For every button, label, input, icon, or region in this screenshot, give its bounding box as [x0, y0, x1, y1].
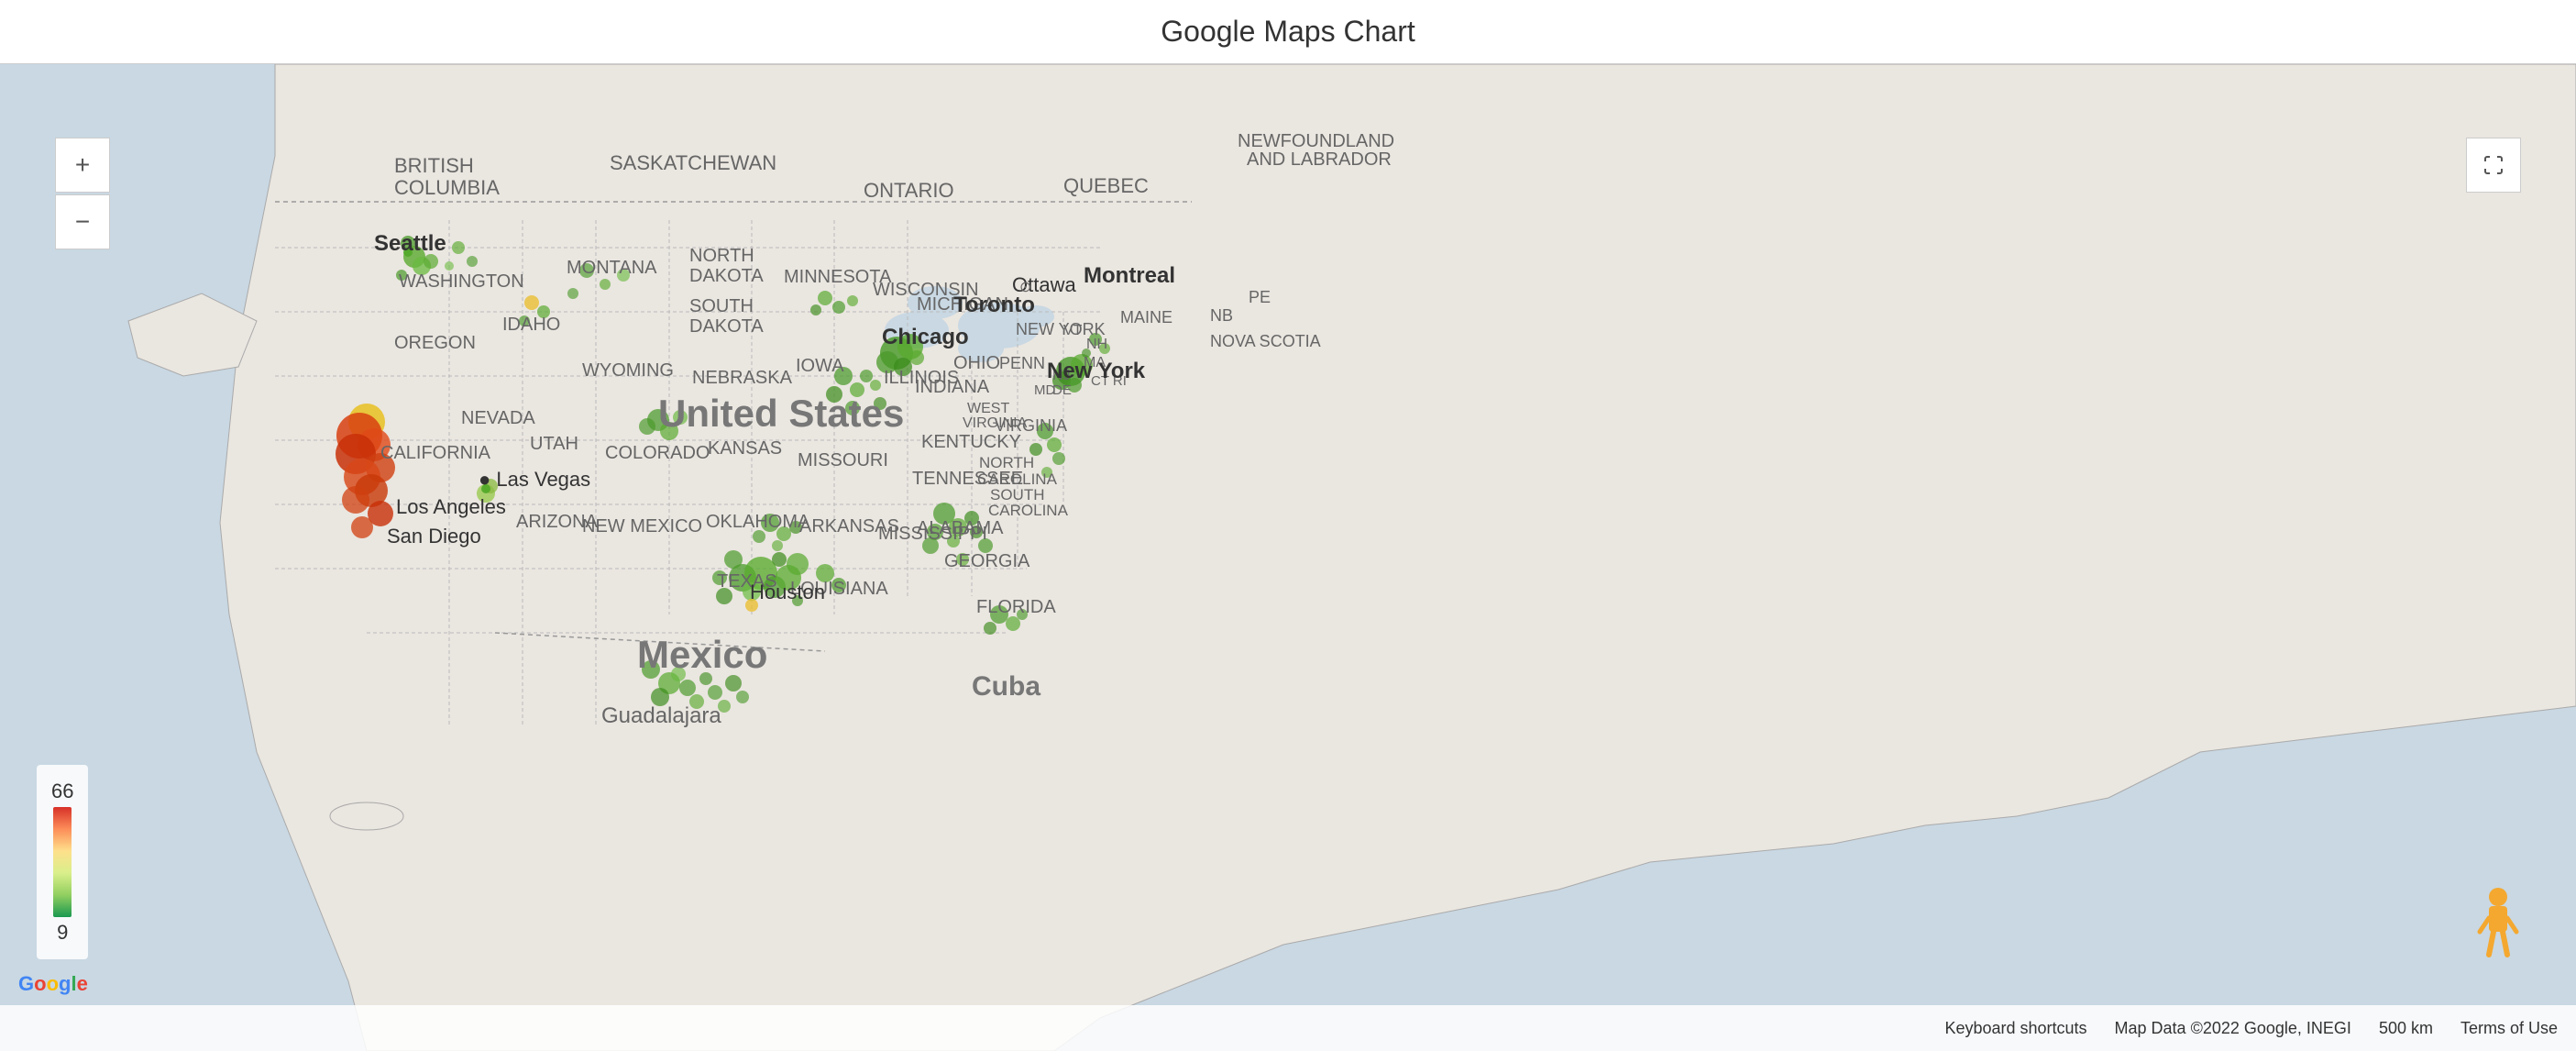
scale-indicator: 500 km: [2379, 1019, 2433, 1038]
svg-text:Houston: Houston: [750, 581, 825, 603]
svg-text:Mexico: Mexico: [637, 633, 767, 676]
svg-text:MONTANA: MONTANA: [567, 258, 657, 278]
svg-text:INDIANA: INDIANA: [915, 377, 990, 397]
legend-color-bar: [53, 807, 72, 917]
svg-text:KANSAS: KANSAS: [708, 438, 782, 459]
svg-text:MISSOURI: MISSOURI: [798, 450, 888, 470]
svg-text:Seattle: Seattle: [374, 231, 446, 256]
legend-max-value: 66: [51, 780, 73, 803]
svg-text:QUEBEC: QUEBEC: [1063, 174, 1149, 197]
svg-text:SOUTH: SOUTH: [689, 296, 754, 316]
svg-text:WEST: WEST: [967, 401, 1009, 416]
svg-text:Montreal: Montreal: [1084, 263, 1175, 288]
svg-text:NEW YORK: NEW YORK: [1016, 320, 1106, 338]
svg-text:WASHINGTON: WASHINGTON: [399, 271, 524, 292]
svg-text:NEVADA: NEVADA: [461, 408, 535, 428]
svg-text:FLORIDA: FLORIDA: [976, 597, 1056, 617]
legend-min-value: 9: [57, 921, 68, 945]
svg-text:WYOMING: WYOMING: [582, 360, 674, 381]
fullscreen-button[interactable]: [2466, 138, 2521, 193]
svg-text:UTAH: UTAH: [530, 434, 578, 454]
zoom-in-button[interactable]: +: [55, 138, 110, 193]
svg-text:PENN: PENN: [999, 354, 1045, 372]
svg-text:NEBRASKA: NEBRASKA: [692, 368, 793, 388]
zoom-out-button[interactable]: −: [55, 194, 110, 249]
svg-text:KENTUCKY: KENTUCKY: [921, 432, 1021, 452]
terms-of-use[interactable]: Terms of Use: [2460, 1019, 2558, 1038]
svg-text:NH: NH: [1086, 337, 1107, 352]
svg-text:NORTH: NORTH: [979, 454, 1034, 471]
map-data-credit: Map Data ©2022 Google, INEGI: [2115, 1019, 2351, 1038]
svg-text:VIRGINIA: VIRGINIA: [963, 415, 1028, 431]
map-container: Google Maps Chart: [0, 0, 2576, 1051]
svg-text:IDAHO: IDAHO: [502, 315, 560, 335]
svg-text:San Diego: San Diego: [387, 525, 481, 548]
svg-text:Cuba: Cuba: [972, 671, 1040, 702]
map-title: Google Maps Chart: [1161, 15, 1415, 49]
svg-text:Toronto: Toronto: [953, 293, 1035, 317]
svg-text:OKLAHOMA: OKLAHOMA: [706, 512, 810, 532]
svg-text:ONTARIO: ONTARIO: [864, 179, 954, 202]
svg-text:NORTH: NORTH: [689, 246, 754, 266]
svg-text:GEORGIA: GEORGIA: [944, 551, 1030, 571]
svg-text:DAKOTA: DAKOTA: [689, 316, 764, 337]
svg-text:BRITISH: BRITISH: [394, 154, 474, 177]
svg-text:CAROLINA: CAROLINA: [977, 470, 1058, 488]
svg-text:CAROLINA: CAROLINA: [988, 502, 1069, 519]
svg-text:⊙: ⊙: [1019, 280, 1031, 295]
svg-text:ALABAMA: ALABAMA: [917, 518, 1004, 538]
svg-text:CALIFORNIA: CALIFORNIA: [380, 443, 491, 463]
svg-text:NB: NB: [1210, 306, 1233, 325]
svg-text:● Las Vegas: ● Las Vegas: [479, 468, 590, 491]
svg-text:SASKATCHEWAN: SASKATCHEWAN: [610, 151, 776, 174]
keyboard-shortcuts[interactable]: Keyboard shortcuts: [1944, 1019, 2086, 1038]
svg-text:OHIO: OHIO: [953, 353, 1000, 373]
svg-text:DAKOTA: DAKOTA: [689, 266, 764, 286]
map-svg: BRITISH COLUMBIA SASKATCHEWAN ONTARIO QU…: [0, 64, 2576, 1051]
svg-text:PE: PE: [1249, 288, 1271, 306]
svg-text:NEW MEXICO: NEW MEXICO: [582, 516, 702, 537]
svg-text:COLORADO: COLORADO: [605, 443, 710, 463]
bottom-bar: Keyboard shortcuts Map Data ©2022 Google…: [0, 1005, 2576, 1051]
svg-text:Chicago: Chicago: [882, 325, 969, 349]
title-bar: Google Maps Chart: [0, 0, 2576, 64]
svg-text:AND LABRADOR: AND LABRADOR: [1247, 149, 1392, 170]
google-logo: Google: [18, 972, 88, 996]
legend: 66 9: [37, 765, 88, 959]
zoom-controls: + −: [55, 138, 110, 249]
svg-text:COLUMBIA: COLUMBIA: [394, 176, 500, 199]
svg-text:Los Angeles: Los Angeles: [396, 495, 506, 518]
svg-text:New York: New York: [1047, 359, 1146, 383]
svg-text:MAINE: MAINE: [1120, 308, 1172, 326]
svg-text:MD: MD: [1034, 382, 1055, 398]
svg-text:United States: United States: [658, 392, 904, 435]
svg-text:OREGON: OREGON: [394, 333, 476, 353]
pegman-icon[interactable]: [2475, 886, 2521, 959]
svg-text:NEWFOUNDLAND: NEWFOUNDLAND: [1238, 131, 1394, 151]
svg-text:Guadalajara: Guadalajara: [601, 703, 721, 728]
svg-text:NOVA SCOTIA: NOVA SCOTIA: [1210, 332, 1321, 350]
svg-text:IOWA: IOWA: [796, 356, 844, 376]
